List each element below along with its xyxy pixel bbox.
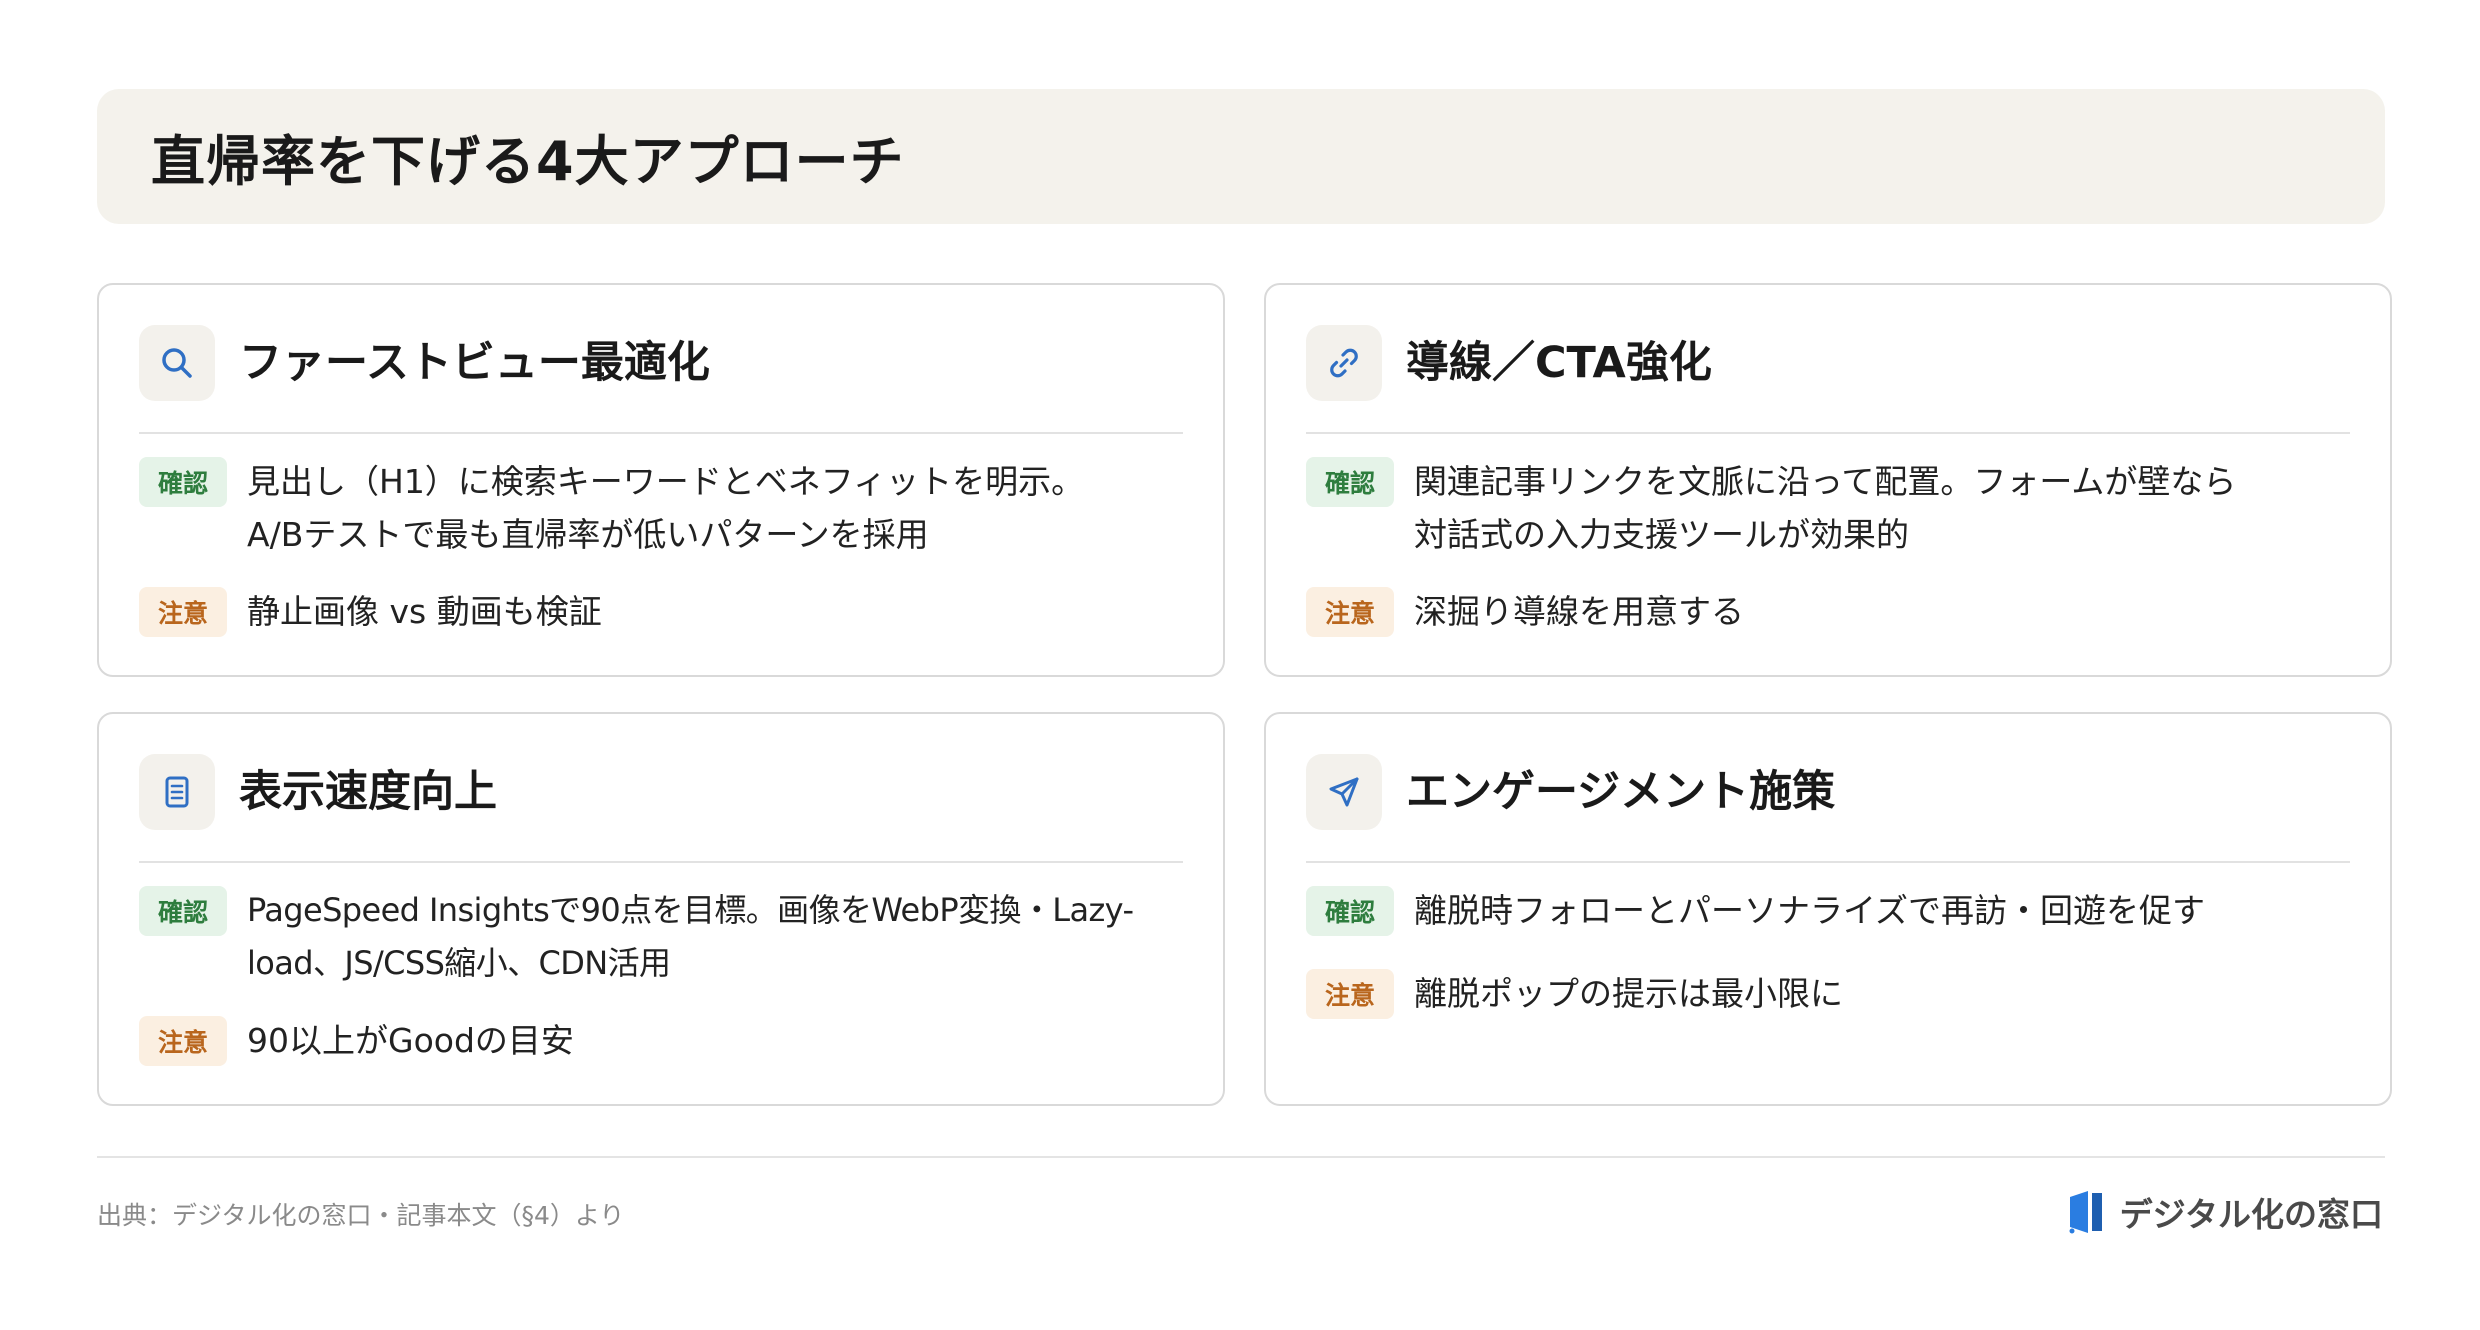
confirm-badge: 確認 [139,886,227,936]
search-icon [139,325,215,401]
document-icon [139,754,215,830]
caution-row: 注意 離脱ポップの提示は最小限に [1306,967,2360,1020]
card-header: ファーストビュー最適化 [139,325,1183,434]
card-title: 導線／CTA強化 [1406,338,1712,388]
caution-text: 離脱ポップの提示は最小限に [1414,974,1843,1013]
caution-badge: 注意 [139,587,227,637]
confirm-text: 関連記事リンクを文脈に沿って配置。フォームが壁なら 対話式の入力支援ツールが効果… [1414,462,2237,554]
caution-row: 注意 静止画像 vs 動画も検証 [139,585,1193,638]
footer-divider [97,1156,2385,1158]
page-title: 直帰率を下げる4大アプローチ [151,130,905,193]
confirm-row: 確認 離脱時フォローとパーソナライズで再訪・回遊を促す [1306,884,2360,937]
send-icon [1306,754,1382,830]
caution-badge: 注意 [139,1016,227,1066]
confirm-row: 確認 関連記事リンクを文脈に沿って配置。フォームが壁なら 対話式の入力支援ツール… [1306,455,2360,561]
card-page-speed: 表示速度向上 確認 PageSpeed Insightsで90点を目標。画像をW… [97,712,1225,1106]
source-note: 出典：デジタル化の窓口・記事本文（§4）より [97,1201,625,1230]
caution-badge: 注意 [1306,969,1394,1019]
brand-logo-icon [2066,1189,2106,1235]
caution-text: 深掘り導線を用意する [1414,592,1744,631]
caution-text: 90以上がGoodの目安 [247,1021,574,1060]
title-banner: 直帰率を下げる4大アプローチ [97,89,2385,224]
confirm-row: 確認 見出し（H1）に検索キーワードとベネフィットを明示。 A/Bテストで最も直… [139,455,1193,561]
caution-row: 注意 90以上がGoodの目安 [139,1014,1193,1067]
confirm-row: 確認 PageSpeed Insightsで90点を目標。画像をWebP変換・L… [139,884,1193,990]
card-header: エンゲージメント施策 [1306,754,2350,863]
brand-name: デジタル化の窓口 [2119,1195,2383,1234]
confirm-badge: 確認 [139,457,227,507]
card-engagement: エンゲージメント施策 確認 離脱時フォローとパーソナライズで再訪・回遊を促す 注… [1264,712,2392,1106]
card-title: 表示速度向上 [239,767,497,817]
caution-text: 静止画像 vs 動画も検証 [247,592,602,631]
caution-row: 注意 深掘り導線を用意する [1306,585,2360,638]
card-first-view: ファーストビュー最適化 確認 見出し（H1）に検索キーワードとベネフィットを明示… [97,283,1225,677]
link-icon [1306,325,1382,401]
card-cta: 導線／CTA強化 確認 関連記事リンクを文脈に沿って配置。フォームが壁なら 対話… [1264,283,2392,677]
confirm-text: 見出し（H1）に検索キーワードとベネフィットを明示。 A/Bテストで最も直帰率が… [247,462,1085,554]
confirm-text: 離脱時フォローとパーソナライズで再訪・回遊を促す [1414,891,2206,930]
caution-badge: 注意 [1306,587,1394,637]
confirm-badge: 確認 [1306,457,1394,507]
confirm-badge: 確認 [1306,886,1394,936]
confirm-text: PageSpeed Insightsで90点を目標。画像をWebP変換・Lazy… [247,891,1134,982]
card-title: エンゲージメント施策 [1406,767,1836,817]
brand: デジタル化の窓口 [2066,1188,2383,1236]
card-header: 表示速度向上 [139,754,1183,863]
card-header: 導線／CTA強化 [1306,325,2350,434]
card-title: ファーストビュー最適化 [239,338,710,388]
